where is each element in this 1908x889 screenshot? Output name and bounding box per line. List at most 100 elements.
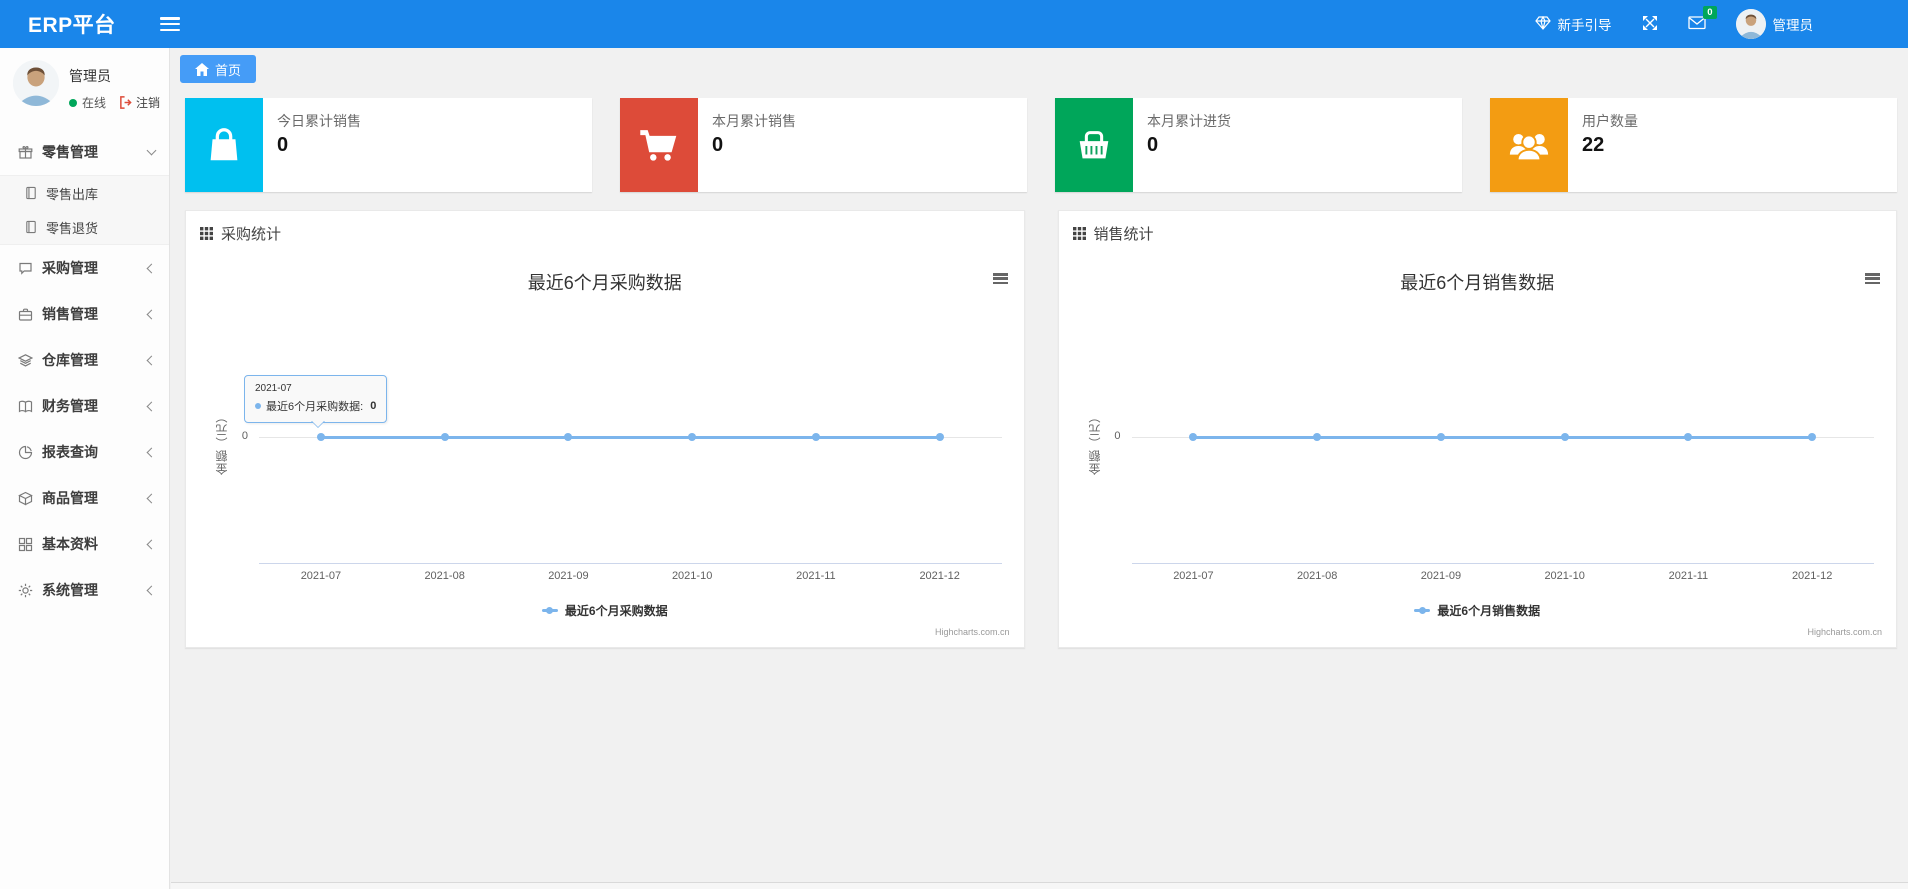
- pie-chart-icon: [18, 445, 33, 459]
- top-navbar: ERP平台 新手引导 0 管理员: [0, 0, 1908, 48]
- legend-item[interactable]: 最近6个月销售数据: [1414, 602, 1540, 619]
- th-grid-icon: [200, 226, 213, 240]
- gift-icon: [18, 145, 33, 159]
- sales-chart: 最近6个月销售数据 金额（元） 0 2021-07 2021-08 2021-09 2…: [1059, 255, 1897, 645]
- data-point[interactable]: [440, 433, 449, 441]
- chevron-left-icon: [146, 585, 157, 595]
- sidebar-item-finance[interactable]: 财务管理: [0, 383, 169, 429]
- x-tick-label: 2021-12: [1791, 570, 1833, 582]
- sidebar-item-retail-out[interactable]: 零售出库: [0, 176, 169, 210]
- panel-title: 销售统计: [1093, 225, 1154, 243]
- x-tick-label: 2021-09: [548, 570, 589, 582]
- sidebar-item-retail[interactable]: 零售管理: [0, 129, 169, 175]
- sidebar-item-goods[interactable]: 商品管理: [0, 475, 169, 521]
- stat-cards: 今日累计销售 0 本月累计销售 0 本月累计进货 0 用户数量 22: [185, 98, 1897, 192]
- sidebar-toggle-button[interactable]: [159, 17, 180, 31]
- chevron-left-icon: [146, 493, 157, 503]
- sales-stats-panel: 销售统计 最近6个月销售数据 金额（元） 0 2021-07 2021-08 202…: [1057, 210, 1897, 648]
- data-point[interactable]: [688, 433, 697, 441]
- sidebar-item-sales[interactable]: 销售管理: [0, 291, 169, 337]
- x-tick-label: 2021-11: [1668, 570, 1709, 582]
- gear-icon: [18, 583, 33, 597]
- y-tick-label: 0: [1114, 430, 1121, 442]
- data-point[interactable]: [811, 433, 820, 441]
- x-tick-label: 2021-10: [1544, 570, 1585, 582]
- stat-value: 0: [712, 134, 724, 156]
- shopping-bag-icon: [210, 128, 238, 161]
- stat-value: 0: [277, 134, 289, 156]
- sidebar-item-purchase[interactable]: 采购管理: [0, 245, 169, 291]
- fullscreen-icon: [1642, 15, 1658, 34]
- message-count-badge: 0: [1703, 6, 1717, 19]
- envelope-icon: [1687, 16, 1706, 33]
- home-icon: [195, 62, 209, 76]
- data-point[interactable]: [1560, 433, 1569, 441]
- chart-tooltip: 2021-07 最近6个月采购数据: 0: [244, 375, 388, 428]
- data-point[interactable]: [1808, 433, 1817, 441]
- x-tick-label: 2021-08: [1296, 570, 1338, 582]
- sidebar: 管理员 在线 注销 零售管理 零售出库 零售退货 采购管理 销售管理 仓库管理 …: [0, 48, 170, 889]
- purchase-stats-panel: 采购统计 最近6个月采购数据 金额（元） 0 2021-07 最近6个月采购数据…: [185, 210, 1025, 648]
- data-point[interactable]: [935, 433, 944, 441]
- chevron-left-icon: [146, 309, 157, 319]
- purchase-chart: 最近6个月采购数据 金额（元） 0 2021-07 最近6个月采购数据: 0 2…: [186, 255, 1024, 645]
- chart-panels: 采购统计 最近6个月采购数据 金额（元） 0 2021-07 最近6个月采购数据…: [185, 210, 1897, 648]
- chat-icon: [19, 262, 32, 275]
- app-logo[interactable]: ERP平台: [0, 9, 116, 39]
- file-icon: [26, 186, 36, 200]
- chevron-left-icon: [146, 401, 157, 411]
- stat-label: 今日累计销售: [277, 113, 361, 129]
- plot-area: [1131, 255, 1874, 564]
- y-tick-label: 0: [241, 430, 248, 442]
- user-name: 管理员: [1772, 18, 1814, 33]
- user-menu[interactable]: 管理员: [1735, 9, 1814, 39]
- data-point[interactable]: [1313, 433, 1322, 441]
- sidebar-item-system[interactable]: 系统管理: [0, 567, 169, 613]
- x-axis-line: [1131, 563, 1874, 564]
- highcharts-credit[interactable]: Highcharts.com.cn: [1807, 627, 1882, 637]
- data-point[interactable]: [564, 433, 573, 441]
- logout-button[interactable]: 注销: [119, 94, 160, 111]
- legend-marker-icon: [1414, 607, 1431, 614]
- y-axis-title: 金额（元）: [1087, 410, 1102, 476]
- sidebar-menu: 零售管理 零售出库 零售退货 采购管理 销售管理 仓库管理 财务管理 报表查询 …: [0, 129, 169, 613]
- stat-value: 22: [1582, 134, 1605, 156]
- stat-value: 0: [1147, 134, 1159, 156]
- avatar: [1735, 9, 1766, 39]
- layers-icon: [18, 353, 33, 367]
- gem-icon: [1534, 15, 1551, 33]
- sidebar-item-retail-return[interactable]: 零售退货: [0, 210, 169, 244]
- grid-icon: [18, 537, 33, 551]
- x-tick-label: 2021-10: [671, 570, 713, 582]
- book-icon: [18, 400, 33, 413]
- retail-submenu: 零售出库 零售退货: [0, 175, 169, 245]
- fullscreen-button[interactable]: [1642, 15, 1658, 34]
- chevron-down-icon: [146, 145, 157, 156]
- legend-item[interactable]: 最近6个月采购数据: [541, 602, 668, 619]
- messages-button[interactable]: 0: [1687, 6, 1717, 33]
- file-icon: [26, 220, 36, 234]
- tab-home[interactable]: 首页: [180, 55, 257, 83]
- x-tick-label: 2021-11: [796, 570, 836, 582]
- sidebar-item-reports[interactable]: 报表查询: [0, 429, 169, 475]
- sidebar-item-basic-data[interactable]: 基本资料: [0, 521, 169, 567]
- shopping-cart-icon: [640, 130, 677, 161]
- guide-label: 新手引导: [1557, 18, 1612, 33]
- data-point[interactable]: [1684, 433, 1693, 441]
- footer-divider: [171, 882, 1908, 889]
- th-grid-icon: [1072, 226, 1086, 240]
- sidebar-item-warehouse[interactable]: 仓库管理: [0, 337, 169, 383]
- guide-button[interactable]: 新手引导: [1534, 14, 1612, 34]
- logout-label: 注销: [136, 96, 161, 110]
- data-point[interactable]: [1436, 433, 1445, 441]
- online-status-icon: [69, 98, 77, 107]
- main-content: 首页 今日累计销售 0 本月累计销售 0 本月累计进货 0 用户数量 22 采购…: [171, 48, 1908, 889]
- chevron-left-icon: [146, 355, 157, 365]
- chevron-left-icon: [146, 263, 157, 273]
- x-tick-label: 2021-08: [424, 570, 465, 582]
- data-point[interactable]: [1189, 433, 1198, 441]
- series-dot-icon: [255, 403, 261, 409]
- briefcase-icon: [18, 308, 33, 321]
- highcharts-credit[interactable]: Highcharts.com.cn: [935, 627, 1010, 637]
- shopping-basket-icon: [1079, 131, 1109, 159]
